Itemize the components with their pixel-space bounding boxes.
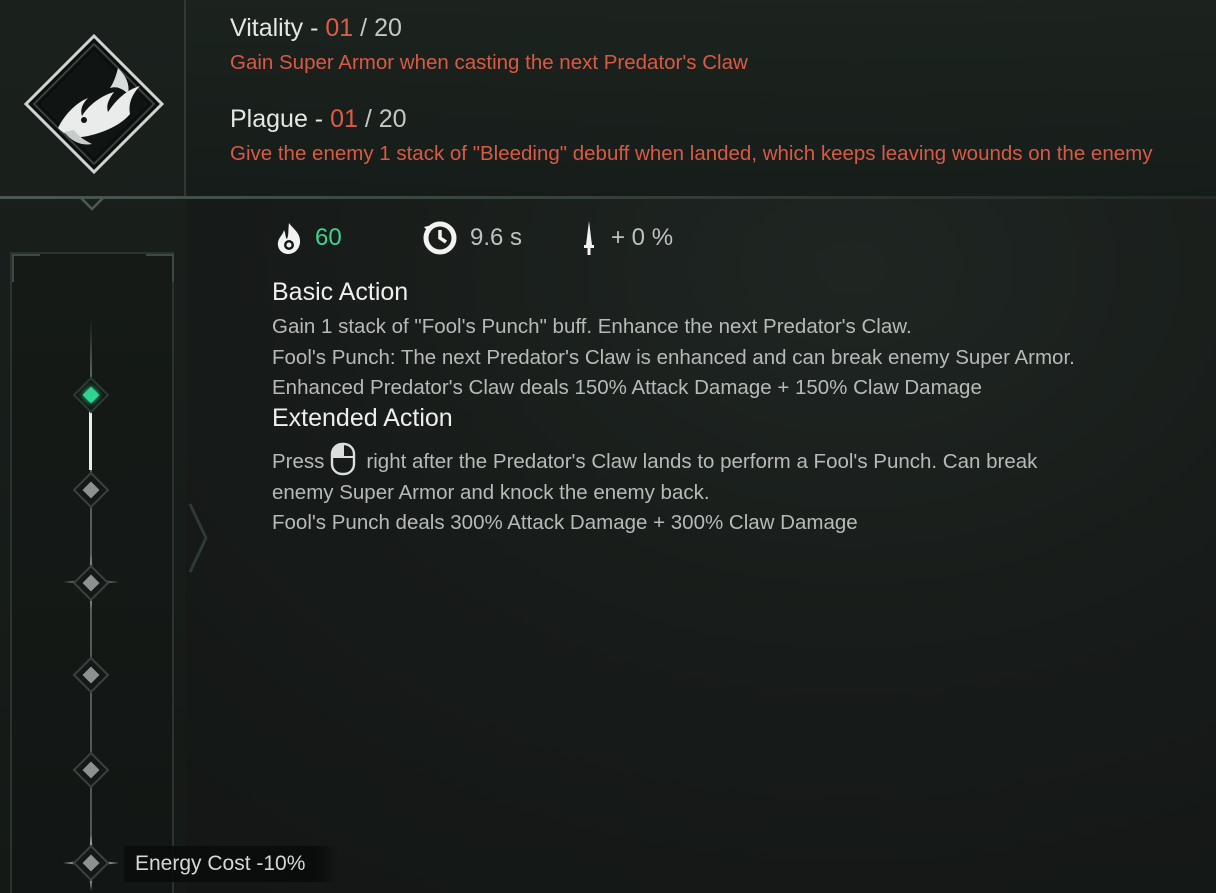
flame-icon <box>277 223 301 254</box>
attribute-description-vitality: Gain Super Armor when casting the next P… <box>230 51 748 74</box>
description-line: Gain 1 stack of "Fool's Punch" buff. Enh… <box>272 315 912 338</box>
attribute-max-level: / 20 <box>360 14 402 42</box>
stat-cost-value: 60 <box>315 224 342 251</box>
left-column-divider <box>184 0 186 198</box>
skill-icon[interactable] <box>22 32 166 176</box>
attribute-current-level: 01 <box>325 14 354 42</box>
corner-ornament <box>146 254 174 282</box>
extended-action-description: Press right after the Predator's Claw lan… <box>272 442 1172 539</box>
description-line: enemy Super Armor and knock the enemy ba… <box>272 480 710 504</box>
chevron-right-icon <box>188 503 208 573</box>
mouse-right-button-icon <box>331 442 356 476</box>
stat-damage-bonus: + 0 % <box>579 218 673 258</box>
attribute-separator: - <box>307 105 331 133</box>
description-line: Fool's Punch deals 300% Attack Damage + … <box>272 511 858 534</box>
attribute-name: Vitality <box>230 14 304 42</box>
dagger-icon <box>584 221 594 255</box>
energy-cost-bonus: Energy Cost -10% <box>124 846 338 882</box>
attribute-title-vitality: Vitality - 01 / 20 <box>230 14 402 43</box>
attribute-title-plague: Plague - 01 / 20 <box>230 105 407 134</box>
description-line: Enhanced Predator's Claw deals 150% Atta… <box>272 376 982 399</box>
attribute-separator: - <box>303 14 326 42</box>
cooldown-clock-icon <box>423 221 457 255</box>
attribute-description-plague: Give the enemy 1 stack of "Bleeding" deb… <box>230 142 1153 165</box>
basic-action-title: Basic Action <box>272 278 409 306</box>
stat-cost: 60 <box>275 218 342 258</box>
attribute-max-level: / 20 <box>364 105 407 133</box>
stat-damage-bonus-value: + 0 % <box>611 224 674 251</box>
skill-detail-panel: Energy Cost -10% Vitality - 01 / 20 Gain… <box>0 0 1216 893</box>
header-divider <box>0 196 1216 199</box>
extended-action-title: Extended Action <box>272 404 453 432</box>
chevron-down-icon <box>80 197 104 211</box>
attribute-name: Plague <box>230 105 308 133</box>
press-label: Press <box>272 450 325 473</box>
basic-action-description: Gain 1 stack of "Fool's Punch" buff. Enh… <box>272 312 1172 404</box>
corner-ornament <box>12 254 40 282</box>
claw-skill-icon <box>23 33 165 175</box>
extended-action-line-1: right after the Predator's Claw lands to… <box>366 450 1038 473</box>
attribute-current-level: 01 <box>330 105 358 133</box>
stat-cooldown-value: 9.6 s <box>470 224 523 251</box>
stat-cooldown: 9.6 s <box>422 218 522 258</box>
description-line: Press right after the Predator's Claw lan… <box>272 442 1172 478</box>
description-line: Fool's Punch: The next Predator's Claw i… <box>272 345 1075 369</box>
